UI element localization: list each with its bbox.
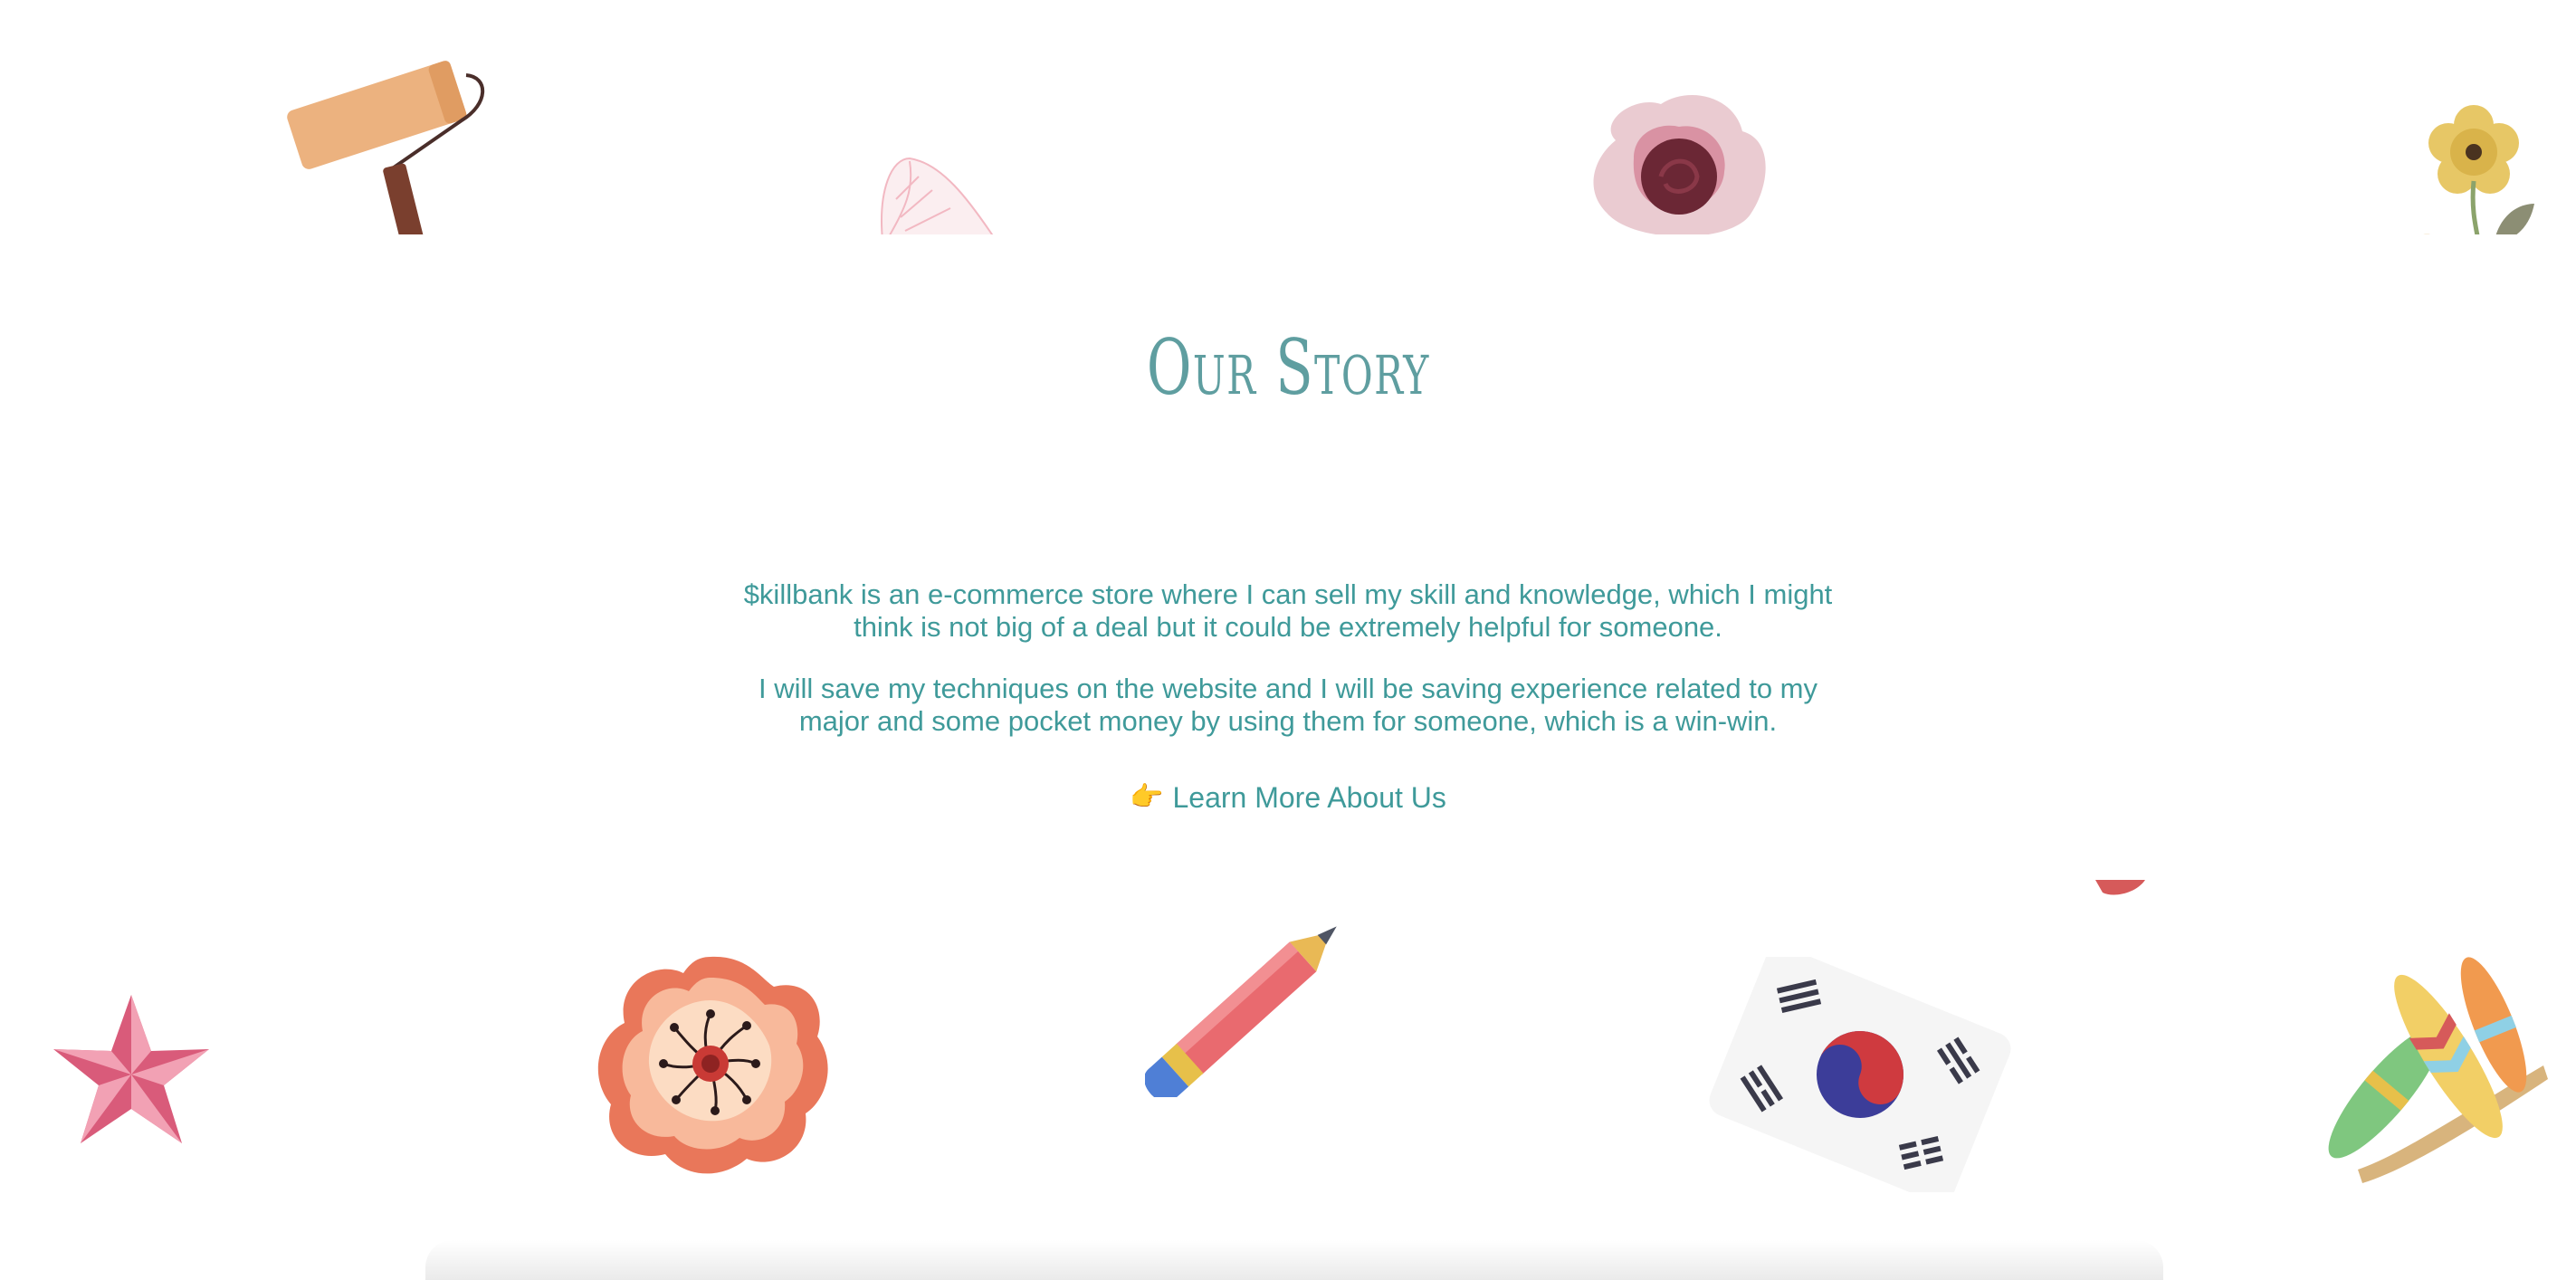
story-body: $killbank is an e-commerce store where I… (742, 578, 1834, 814)
yellow-flower-icon (2424, 105, 2534, 234)
story-paragraph-1: $killbank is an e-commerce store where I… (743, 578, 1833, 643)
bottom-section-shadow (425, 1240, 2163, 1280)
red-shape-icon (2095, 880, 2145, 895)
our-story-section: Our Story $killbank is an e-commerce sto… (0, 323, 2576, 814)
paint-roller-icon (287, 61, 485, 234)
pointing-hand-icon: 👉 (1130, 782, 1164, 812)
story-paragraph-2: I will save my techniques on the website… (758, 673, 1818, 737)
rose-icon (1593, 95, 1766, 234)
flower-icon (597, 956, 828, 1174)
korean-flag-icon (1709, 957, 2011, 1192)
bottom-decoration-band (0, 880, 2576, 1280)
top-decoration-band (0, 0, 2576, 234)
pencil-icon (1145, 926, 1337, 1097)
star-icon (53, 995, 209, 1143)
leaf-icon (881, 157, 994, 234)
page-title: Our Story (1146, 323, 1430, 412)
learn-more-label: Learn More About Us (1172, 781, 1446, 814)
surfboards-icon (2328, 957, 2548, 1183)
learn-more-link[interactable]: 👉 Learn More About Us (1130, 781, 1446, 814)
